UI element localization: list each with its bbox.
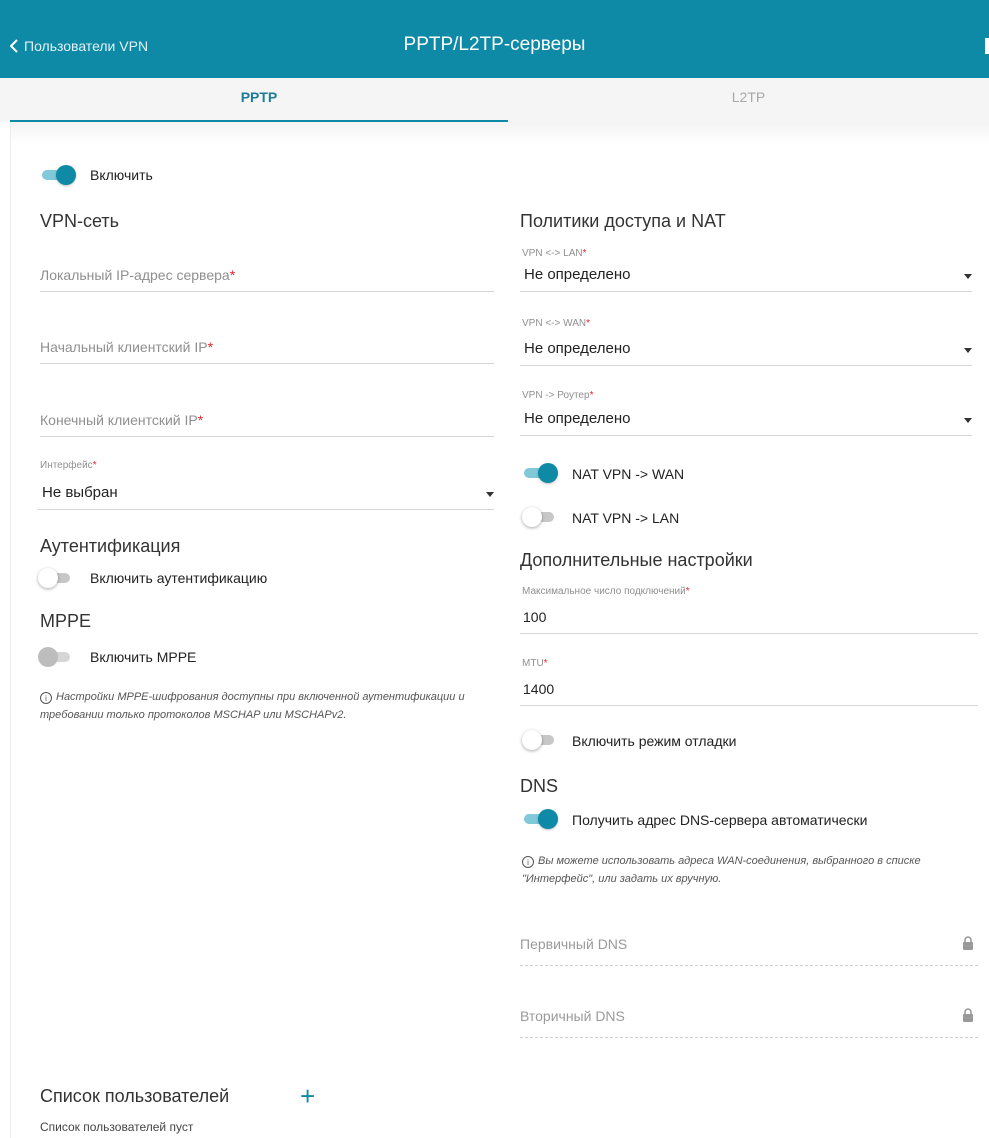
vpn-lan-select[interactable]: Не определено [520, 262, 972, 292]
access-policy-heading: Политики доступа и NAT [520, 211, 726, 231]
start-ip-placeholder: Начальный клиентский IP [40, 339, 208, 355]
enable-label: Включить [90, 167, 153, 183]
page-title: PPTP/L2TP-серверы [403, 34, 586, 55]
enable-toggle[interactable] [40, 165, 76, 185]
mppe-note-line1: Настройки MPPE-шифрования доступны при в… [56, 691, 465, 703]
primary-dns-placeholder: Первичный DNS [520, 936, 628, 952]
dns-auto-label: Получить адрес DNS-сервера автоматически [572, 812, 868, 828]
tab-pptp[interactable]: PPTP [10, 78, 508, 122]
caret-down-icon [486, 492, 494, 497]
end-ip-field[interactable]: Конечный клиентский IP* [40, 397, 494, 437]
local-ip-placeholder: Локальный IP-адрес сервера [40, 267, 230, 283]
nat-vpn-lan-toggle[interactable] [522, 507, 558, 527]
vpn-wan-select[interactable]: Не определено [520, 336, 972, 366]
mtu-value: 1400 [523, 681, 555, 697]
max-conn-label: Максимальное число подключений* [522, 586, 690, 597]
vpn-router-select[interactable]: Не определено [520, 406, 972, 436]
interface-label: Интерфейс* [40, 460, 97, 471]
authentication-toggle[interactable] [38, 568, 74, 588]
dns-note-line2: "Интерфейс", или задать их вручную. [522, 873, 722, 885]
caret-down-icon [964, 348, 972, 353]
mtu-label: MTU* [522, 658, 548, 669]
mtu-field[interactable]: 1400 [520, 676, 978, 706]
authentication-toggle-label: Включить аутентификацию [90, 570, 268, 586]
lock-icon [963, 1008, 973, 1022]
vpn-wan-label: VPN <-> WAN* [522, 318, 590, 329]
interface-value: Не выбран [42, 484, 118, 501]
nat-vpn-wan-toggle[interactable] [522, 463, 558, 483]
nat-vpn-wan-label: NAT VPN -> WAN [572, 466, 685, 482]
lock-icon [963, 936, 973, 950]
vpn-lan-value: Не определено [524, 266, 631, 283]
dns-note-line1: Вы можете использовать адреса WAN-соедин… [538, 855, 921, 867]
primary-dns-field[interactable]: Первичный DNS [520, 930, 978, 966]
start-ip-field[interactable]: Начальный клиентский IP* [40, 324, 494, 364]
dns-note: i Вы можете использовать адреса WAN-соеди… [522, 852, 972, 888]
dns-auto-toggle[interactable] [522, 809, 558, 829]
advanced-heading: Дополнительные настройки [520, 550, 753, 570]
vpn-lan-label: VPN <-> LAN* [522, 248, 587, 259]
authentication-heading: Аутентификация [40, 536, 181, 556]
required-mark: * [197, 412, 204, 428]
max-conn-value: 100 [523, 609, 547, 625]
tab-bar: PPTP L2TP [0, 78, 989, 122]
mppe-toggle-label: Включить MPPE [90, 649, 197, 665]
app-header: Пользователи VPN PPTP/L2TP-серверы [0, 0, 989, 78]
mppe-note: i Настройки MPPE-шифрования доступны при … [40, 688, 510, 724]
content-border [10, 122, 11, 1138]
users-empty-text: Список пользователей пуст [40, 1120, 194, 1134]
vpn-network-heading: VPN-сеть [40, 211, 120, 231]
debug-toggle[interactable] [522, 730, 558, 750]
required-mark: * [207, 339, 214, 355]
tab-shadow [10, 122, 989, 144]
caret-down-icon [964, 418, 972, 423]
mppe-heading: MPPE [40, 611, 92, 631]
mppe-note-line2: требовании только протоколов MSCHAP или … [40, 709, 347, 721]
caret-down-icon [964, 274, 972, 279]
mppe-toggle[interactable] [38, 647, 74, 667]
nat-vpn-lan-label: NAT VPN -> LAN [572, 510, 680, 526]
tab-l2tp[interactable]: L2TP [508, 78, 989, 122]
end-ip-placeholder: Конечный клиентский IP [40, 412, 198, 428]
vpn-router-value: Не определено [524, 410, 631, 427]
vpn-router-label: VPN -> Роутер* [522, 390, 594, 401]
dns-heading: DNS [520, 776, 559, 796]
users-heading: Список пользователей [40, 1086, 230, 1106]
info-icon: i [522, 856, 534, 868]
interface-select[interactable]: Не выбран [38, 480, 494, 510]
required-mark: * [229, 267, 236, 283]
info-icon: i [40, 692, 52, 704]
header-edge-mark [985, 38, 989, 54]
max-conn-field[interactable]: 100 [520, 604, 978, 634]
local-ip-field[interactable]: Локальный IP-адрес сервера* [40, 252, 494, 292]
debug-label: Включить режим отладки [572, 733, 737, 749]
secondary-dns-placeholder: Вторичный DNS [520, 1008, 625, 1024]
add-user-button[interactable]: + [300, 1083, 315, 1109]
secondary-dns-field[interactable]: Вторичный DNS [520, 1002, 978, 1038]
vpn-wan-value: Не определено [524, 340, 631, 357]
